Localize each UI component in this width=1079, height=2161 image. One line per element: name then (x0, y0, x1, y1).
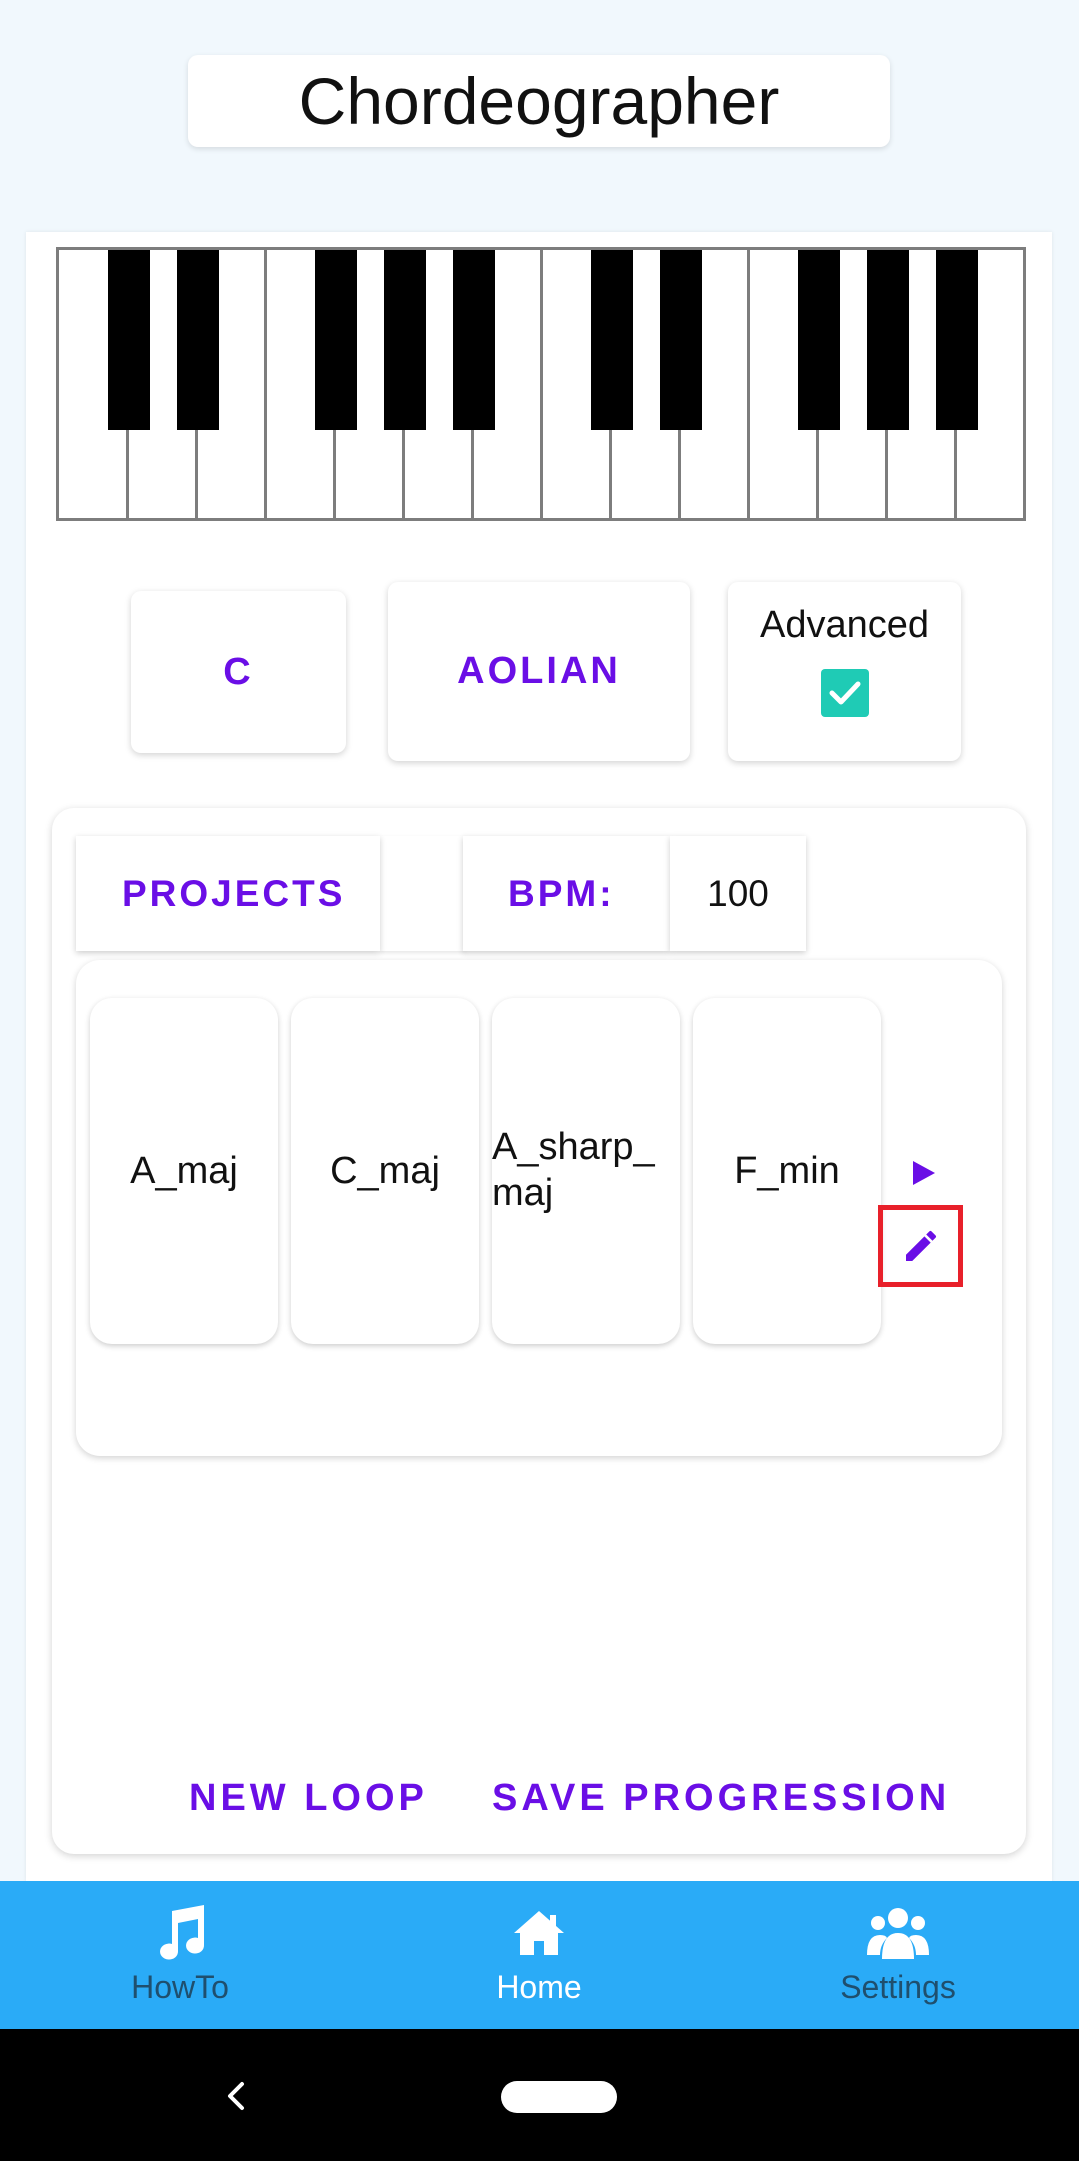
piano-black-key[interactable] (384, 250, 426, 430)
piano-black-key[interactable] (108, 250, 150, 430)
advanced-toggle[interactable]: Advanced (728, 582, 961, 761)
piano-black-key[interactable] (936, 250, 978, 430)
mode-selector-button[interactable]: AOLIAN (388, 582, 690, 761)
chord-label: C_maj (330, 1149, 440, 1192)
nav-label-settings: Settings (840, 1969, 956, 2005)
tab-spacer (380, 836, 466, 951)
nav-item-howto[interactable]: HowTo (55, 1881, 305, 2029)
edit-button[interactable] (878, 1205, 963, 1287)
nav-item-settings[interactable]: Settings (773, 1881, 1023, 2029)
piano-black-key[interactable] (315, 250, 357, 430)
bpm-label-box: BPM: (463, 836, 670, 951)
piano-black-key[interactable] (591, 250, 633, 430)
piano-black-key[interactable] (660, 250, 702, 430)
bpm-input[interactable]: 100 (670, 836, 806, 951)
projects-tab-label: PROJECTS (122, 872, 346, 914)
pencil-icon (905, 1230, 936, 1261)
chord-card[interactable]: A_maj (90, 998, 278, 1344)
chord-card[interactable]: F_min (693, 998, 881, 1344)
home-pill-button[interactable] (501, 2081, 617, 2113)
piano-black-key[interactable] (453, 250, 495, 430)
nav-label-home: Home (496, 1969, 582, 2005)
home-icon (512, 1903, 566, 1963)
piano-black-key[interactable] (867, 250, 909, 430)
chord-card[interactable]: C_maj (291, 998, 479, 1344)
piano-keyboard[interactable] (56, 247, 1026, 521)
advanced-label: Advanced (759, 604, 929, 646)
key-selector-button[interactable]: C (131, 591, 346, 753)
users-icon (866, 1903, 930, 1963)
chord-label: A_sharp_ maj (492, 1126, 655, 1214)
new-loop-button[interactable]: NEW LOOP (189, 1777, 428, 1820)
piano-black-key[interactable] (177, 250, 219, 430)
chord-label: A_maj (130, 1149, 238, 1192)
save-progression-button[interactable]: SAVE PROGRESSION (492, 1777, 950, 1820)
piano-black-key[interactable] (798, 250, 840, 430)
bottom-navigation: HowTo Home Settings (0, 1881, 1079, 2029)
app-title: Chordeographer (188, 55, 890, 147)
back-icon[interactable] (222, 2076, 252, 2116)
music-note-icon (154, 1903, 206, 1963)
play-icon[interactable] (908, 1158, 938, 1188)
chord-card[interactable]: A_sharp_ maj (492, 998, 680, 1344)
bpm-label: BPM: (508, 872, 615, 914)
bpm-value: 100 (707, 872, 769, 914)
advanced-checkbox[interactable] (820, 669, 869, 717)
nav-label-howto: HowTo (131, 1969, 229, 2005)
checkmark-icon (829, 681, 860, 705)
chord-label: F_min (734, 1149, 840, 1192)
nav-item-home[interactable]: Home (414, 1881, 664, 2029)
projects-tab[interactable]: PROJECTS (76, 836, 380, 951)
